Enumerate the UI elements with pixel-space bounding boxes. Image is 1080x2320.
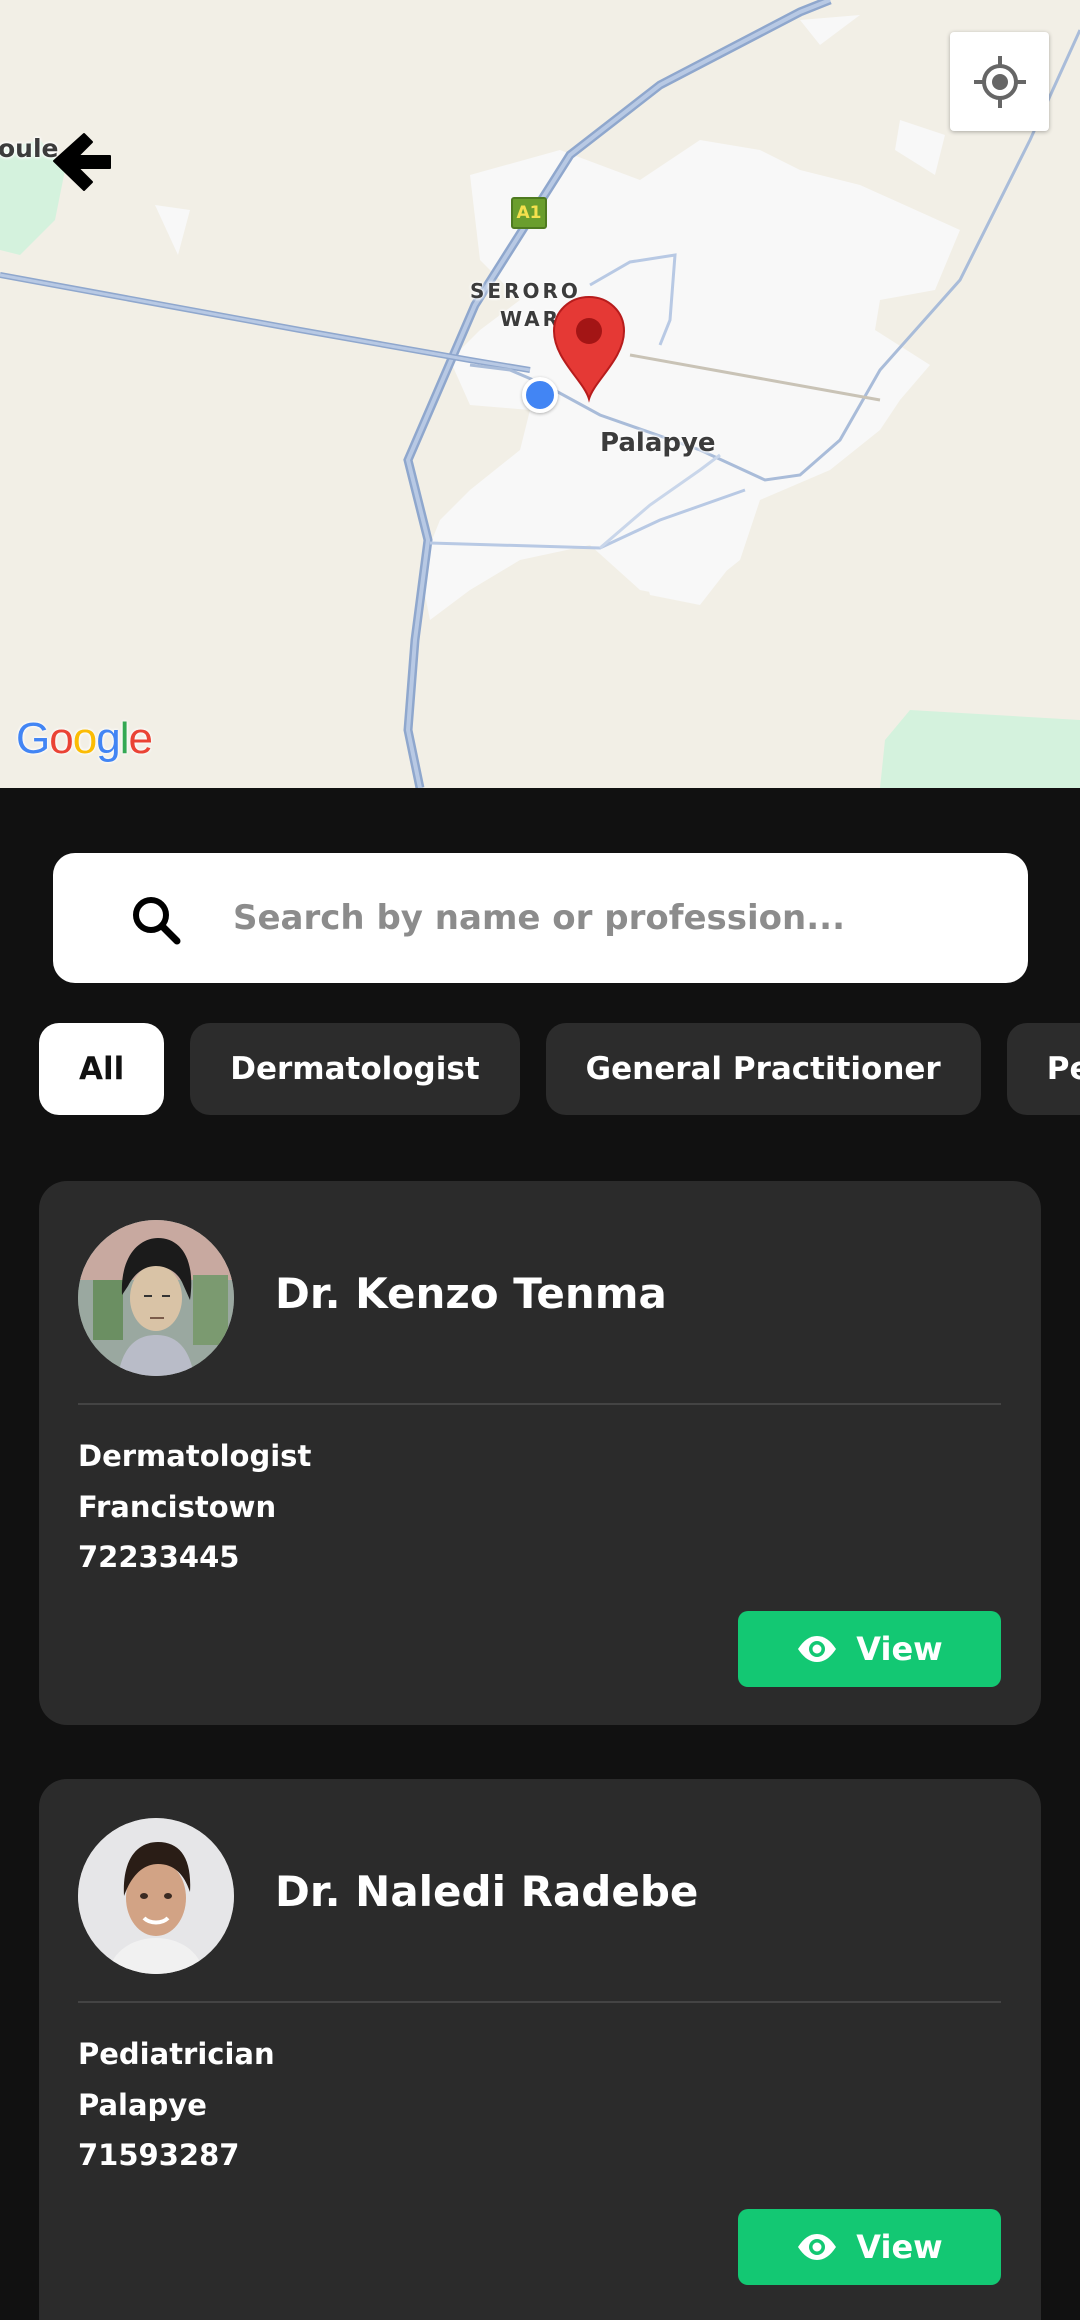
eye-icon (798, 2234, 837, 2260)
profession-filter-chips: All Dermatologist General Practitioner P… (39, 1023, 1080, 1115)
view-button-label: View (856, 2228, 943, 2266)
doctor-name: Dr. Naledi Radebe (275, 1867, 699, 1916)
my-location-icon (973, 55, 1026, 108)
search-bar[interactable] (53, 853, 1028, 983)
search-icon (133, 897, 181, 945)
my-location-button[interactable] (950, 32, 1049, 131)
doctor-city: Francistown (78, 1490, 277, 1524)
map-view[interactable]: oule SERORO﻿ WAR Palapye A1 Google (0, 0, 1080, 788)
doctor-card[interactable]: Dr. Naledi Radebe Pediatrician Palapye 7… (39, 1779, 1041, 2320)
doctor-phone: 71593287 (78, 2138, 240, 2172)
google-attribution-logo: Google (16, 714, 153, 763)
map-pin-icon[interactable] (548, 293, 630, 403)
eye-icon (798, 1636, 837, 1662)
card-divider (78, 2001, 1001, 2003)
app-root: oule SERORO﻿ WAR Palapye A1 Google (0, 0, 1080, 2320)
doctor-phone: 72233445 (78, 1540, 240, 1574)
card-divider (78, 1403, 1001, 1405)
search-input[interactable] (233, 878, 993, 958)
filter-chip-all[interactable]: All (39, 1023, 165, 1115)
doctor-card[interactable]: Dr. Kenzo Tenma Dermatologist Francistow… (39, 1181, 1041, 1725)
arrow-left-icon[interactable] (50, 130, 112, 192)
doctor-avatar (78, 1818, 234, 1974)
view-doctor-button[interactable]: View (738, 2209, 1001, 2285)
doctor-avatar (78, 1220, 234, 1376)
view-button-label: View (856, 1630, 943, 1668)
map-town-label: Palapye (600, 428, 716, 458)
road-shield-a1: A1 (511, 197, 547, 229)
filter-chip-general-practitioner[interactable]: General Practitioner (545, 1023, 981, 1115)
doctor-profession: Dermatologist (78, 1439, 312, 1473)
filter-chip-dermatologist[interactable]: Dermatologist (190, 1023, 520, 1115)
doctor-name: Dr. Kenzo Tenma (275, 1269, 667, 1318)
view-doctor-button[interactable]: View (738, 1611, 1001, 1687)
doctor-city: Palapye (78, 2088, 207, 2122)
doctor-profession: Pediatrician (78, 2037, 275, 2071)
filter-chip-pediatrician[interactable]: Pediatrician (1006, 1023, 1080, 1115)
